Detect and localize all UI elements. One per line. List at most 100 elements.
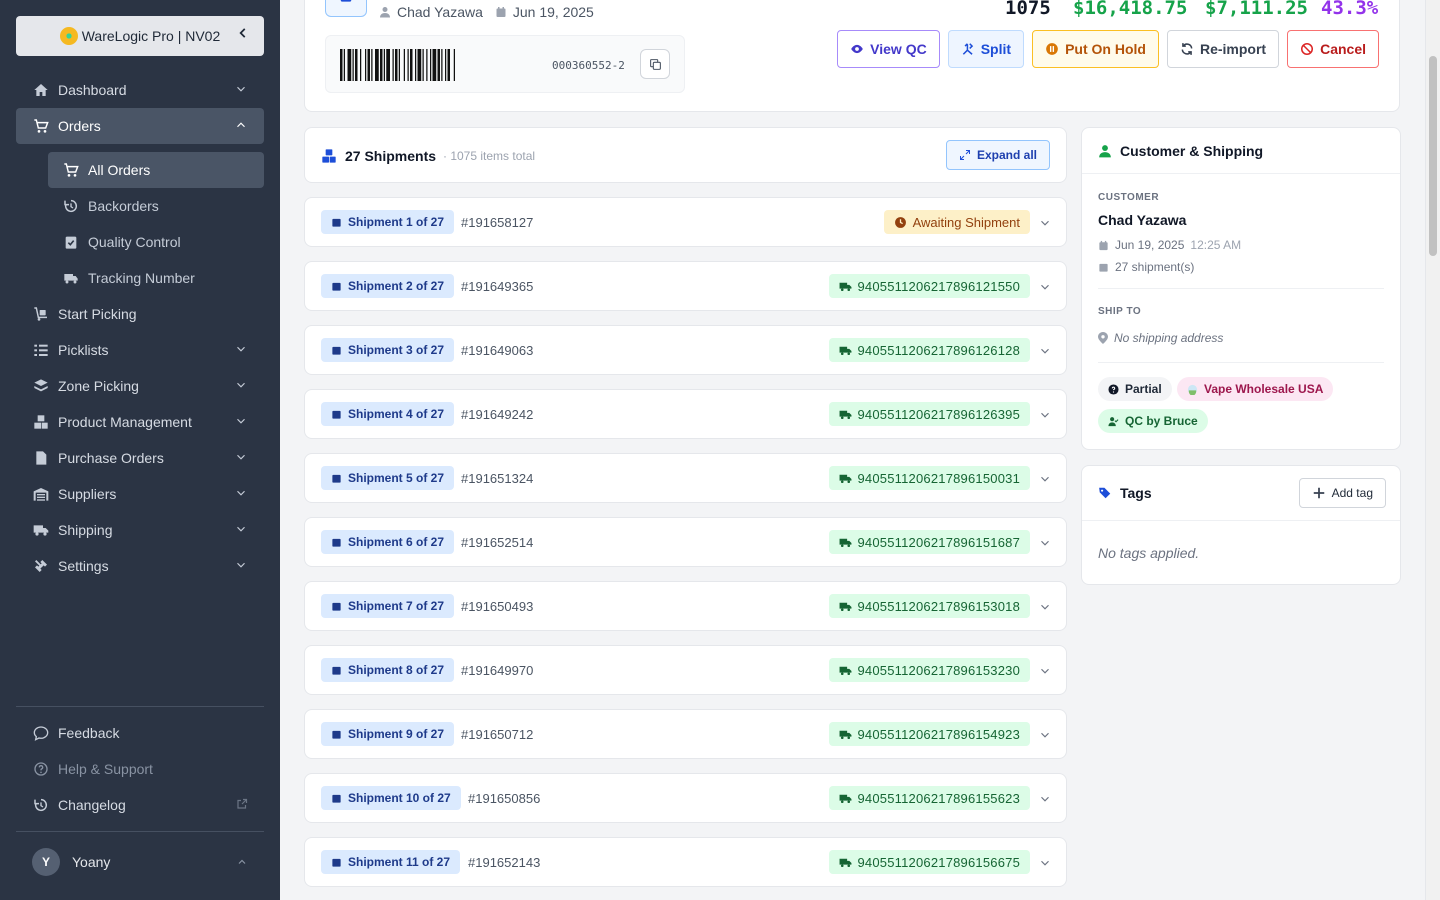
customer-shipping-card: Customer & Shipping CUSTOMER Chad Yazawa… xyxy=(1081,127,1401,450)
box-icon xyxy=(332,346,341,355)
chevron-down-icon[interactable] xyxy=(1038,728,1052,742)
brand-logo-icon xyxy=(59,27,78,45)
barcode-panel: 000360552-2 xyxy=(325,35,685,93)
tracking-number-badge[interactable]: 9405511206217896151687 xyxy=(828,530,1030,554)
order-summary-card: Chad Yazawa Jun 19, 2025 000360552-2 107… xyxy=(304,0,1400,112)
nav-label: Settings xyxy=(58,558,109,574)
chevron-down-icon[interactable] xyxy=(1038,664,1052,678)
order-date-text: Jun 19, 2025 xyxy=(1115,238,1185,252)
box-icon xyxy=(332,666,341,675)
chevron-down-icon[interactable] xyxy=(1038,472,1052,486)
shipment-row[interactable]: Shipment 5 of 27 #191651324 94055112062178… xyxy=(304,453,1067,503)
nav-item-backorders[interactable]: Backorders xyxy=(48,188,264,224)
barcode-bar xyxy=(360,49,362,81)
nav-item-picklists[interactable]: Picklists xyxy=(16,332,264,368)
status-badge: Awaiting Shipment xyxy=(883,210,1030,234)
calendar-icon xyxy=(496,7,506,17)
barcode-bar xyxy=(453,49,455,81)
reimport-button[interactable]: Re-import xyxy=(1166,30,1280,68)
pause-circle-icon xyxy=(1046,43,1058,55)
shipment-row[interactable]: Shipment 9 of 27 #191650712 94055112062178… xyxy=(304,709,1067,759)
chevron-down-icon[interactable] xyxy=(1038,536,1052,550)
shipment-row[interactable]: Shipment 8 of 27 #191649970 94055112062178… xyxy=(304,645,1067,695)
nav-item-zone-picking[interactable]: Zone Picking xyxy=(16,368,264,404)
shipment-id: #191650856 xyxy=(468,791,541,806)
tracking-number-badge[interactable]: 9405511206217896156675 xyxy=(828,850,1030,874)
add-tag-button[interactable]: Add tag xyxy=(1298,478,1386,508)
shipment-row[interactable]: Shipment 2 of 27 #191649365 94055112062178… xyxy=(304,261,1067,311)
shipment-row[interactable]: Shipment 4 of 27 #191649242 94055112062178… xyxy=(304,389,1067,439)
box-icon xyxy=(332,282,341,291)
nav-item-dashboard[interactable]: Dashboard xyxy=(16,72,264,108)
comment-icon xyxy=(32,724,50,742)
nav-item-tracking-number[interactable]: Tracking Number xyxy=(48,260,264,296)
barcode-bar xyxy=(437,49,440,81)
stat-items: 1075 xyxy=(1005,0,1051,19)
nav-label: Help & Support xyxy=(58,761,153,777)
sidebar-divider xyxy=(16,706,264,707)
shipment-row[interactable]: Shipment 3 of 27 #191649063 94055112062178… xyxy=(304,325,1067,375)
nav-label: Backorders xyxy=(88,198,159,214)
page-scrollbar[interactable] xyxy=(1425,0,1440,900)
brand-switcher[interactable]: WareLogic Pro | NV02 xyxy=(16,16,264,56)
expand-all-button[interactable]: Expand all xyxy=(945,140,1050,170)
nav-item-all-orders[interactable]: All Orders xyxy=(48,152,264,188)
home-icon xyxy=(32,81,50,99)
chevron-down-icon[interactable] xyxy=(1038,216,1052,230)
tracking-number-badge[interactable]: 9405511206217896121550 xyxy=(828,274,1030,298)
layers-icon xyxy=(32,377,50,395)
nav-item-quality-control[interactable]: Quality Control xyxy=(48,224,264,260)
shipments-header: 27 Shipments · 1075 items total Expand a… xyxy=(304,127,1067,183)
truck-fast-icon xyxy=(839,602,851,611)
nav-item-feedback[interactable]: Feedback xyxy=(16,715,264,751)
user-menu[interactable]: Y Yoany xyxy=(16,844,264,880)
nav-item-suppliers[interactable]: Suppliers xyxy=(16,476,264,512)
tracking-number-badge[interactable]: 9405511206217896150031 xyxy=(828,466,1030,490)
chevron-down-icon[interactable] xyxy=(1038,344,1052,358)
badge-text: 9405511206217896126128 xyxy=(857,342,1020,358)
chevron-down-icon xyxy=(234,450,248,467)
put-on-hold-button[interactable]: Put On Hold xyxy=(1032,30,1159,68)
chevron-down-icon[interactable] xyxy=(1038,856,1052,870)
cart-dolly-icon xyxy=(32,305,50,323)
view-qc-button[interactable]: View QC xyxy=(837,30,940,68)
shipment-label: Shipment 11 of 27 xyxy=(321,850,461,874)
tracking-number-badge[interactable]: 9405511206217896154923 xyxy=(828,722,1030,746)
customer-name[interactable]: Chad Yazawa xyxy=(1098,212,1186,228)
shipment-id: #191649242 xyxy=(461,407,534,422)
nav-item-changelog[interactable]: Changelog xyxy=(16,787,264,823)
shipment-id: #191649970 xyxy=(461,663,534,678)
scrollbar-thumb[interactable] xyxy=(1429,56,1437,256)
tracking-number-badge[interactable]: 9405511206217896126395 xyxy=(828,402,1030,426)
nav-item-shipping[interactable]: Shipping xyxy=(16,512,264,548)
shipment-row[interactable]: Shipment 7 of 27 #191650493 94055112062178… xyxy=(304,581,1067,631)
cancel-order-button[interactable]: Cancel xyxy=(1287,30,1379,68)
sidebar-divider xyxy=(16,831,264,832)
nav-item-start-picking[interactable]: Start Picking xyxy=(16,296,264,332)
shipment-row[interactable]: Shipment 6 of 27 #191652514 94055112062178… xyxy=(304,517,1067,567)
nav-item-product-management[interactable]: Product Management xyxy=(16,404,264,440)
tracking-number-badge[interactable]: 9405511206217896153230 xyxy=(828,658,1030,682)
boxes-icon xyxy=(322,149,336,163)
chevron-down-icon[interactable] xyxy=(1038,792,1052,806)
shipment-row[interactable]: Shipment 10 of 27 #191650856 9405511206217… xyxy=(304,773,1067,823)
partial-tag: Partial xyxy=(1098,377,1172,401)
chevron-down-icon[interactable] xyxy=(1038,280,1052,294)
order-meta: Chad Yazawa Jun 19, 2025 xyxy=(379,4,594,20)
nav-label: Zone Picking xyxy=(58,378,139,394)
nav-item-help-support[interactable]: Help & Support xyxy=(16,751,264,787)
copy-barcode-button[interactable] xyxy=(640,49,670,79)
chevron-down-icon xyxy=(234,378,248,395)
nav-item-orders[interactable]: Orders xyxy=(16,108,264,144)
tracking-number-badge[interactable]: 9405511206217896126128 xyxy=(828,338,1030,362)
collapse-sidebar-icon[interactable] xyxy=(236,26,250,45)
tracking-number-badge[interactable]: 9405511206217896155623 xyxy=(828,786,1030,810)
chevron-down-icon[interactable] xyxy=(1038,600,1052,614)
nav-item-purchase-orders[interactable]: Purchase Orders xyxy=(16,440,264,476)
shipment-row[interactable]: Shipment 1 of 27 #191658127 Awaiting Shipm… xyxy=(304,197,1067,247)
nav-item-settings[interactable]: Settings xyxy=(16,548,264,584)
tracking-number-badge[interactable]: 9405511206217896153018 xyxy=(828,594,1030,618)
chevron-down-icon[interactable] xyxy=(1038,408,1052,422)
shipment-row[interactable]: Shipment 11 of 27 #191652143 9405511206217… xyxy=(304,837,1067,887)
split-button[interactable]: Split xyxy=(947,30,1025,68)
